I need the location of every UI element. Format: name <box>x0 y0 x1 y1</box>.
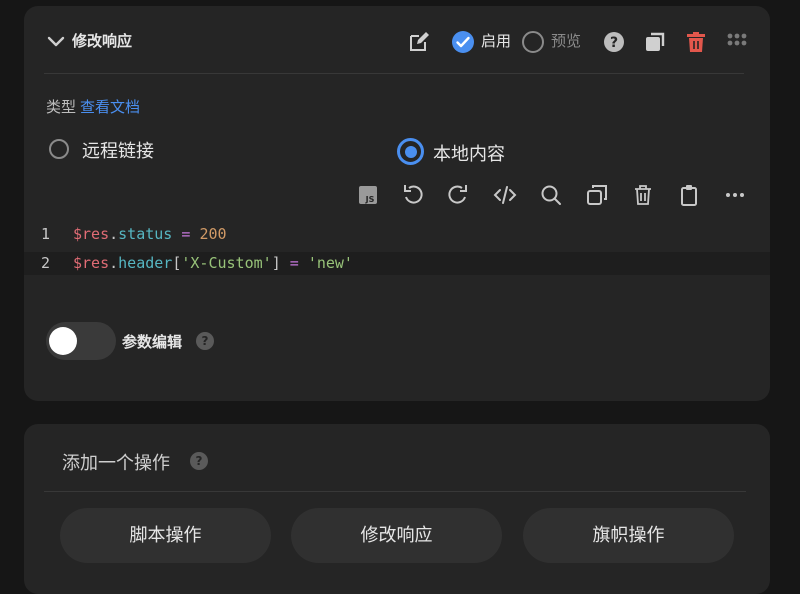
type-label: 类型 <box>46 98 77 116</box>
code-token: header <box>118 254 173 272</box>
code-text: $res.status = 200 <box>73 223 227 246</box>
rule-title: 修改响应 <box>72 32 133 50</box>
code-icon[interactable] <box>493 183 517 207</box>
drag-grid-icon[interactable] <box>725 30 749 54</box>
local-content-radio[interactable] <box>397 138 424 165</box>
type-row: 类型 查看文档 <box>46 96 140 117</box>
clear-icon[interactable] <box>631 183 655 207</box>
svg-text:?: ? <box>610 35 618 51</box>
preview-label: 预览 <box>551 32 582 50</box>
code-token: . <box>109 225 119 243</box>
redo-icon[interactable] <box>446 183 470 207</box>
add-action-title: 添加一个操作 <box>62 453 170 474</box>
add-action-card: 添加一个操作 ? 脚本操作 修改响应 旗帜操作 <box>24 424 770 594</box>
code-token: $res <box>73 254 110 272</box>
remote-link-label: 远程链接 <box>82 141 154 162</box>
code-line[interactable]: 1 $res.status = 200 <box>24 223 770 246</box>
help-icon[interactable]: ? <box>602 30 626 54</box>
param-edit-label: 参数编辑 <box>122 333 183 351</box>
code-token: . <box>109 254 119 272</box>
search-icon[interactable] <box>539 183 563 207</box>
radio-dot <box>404 145 417 158</box>
line-number: 2 <box>40 254 50 272</box>
code-token: = <box>172 225 200 243</box>
code-text: $res.header['X-Custom'] = 'new' <box>73 252 353 275</box>
local-content-label: 本地内容 <box>433 144 505 165</box>
param-edit-toggle[interactable] <box>46 322 116 360</box>
code-token: 200 <box>199 225 227 243</box>
code-token: = <box>280 254 308 272</box>
svg-text:JS: JS <box>365 195 375 204</box>
remote-link-radio[interactable] <box>49 139 69 159</box>
flag-action-button[interactable]: 旗帜操作 <box>523 508 734 563</box>
js-icon[interactable]: JS <box>356 183 380 207</box>
modify-response-button[interactable]: 修改响应 <box>291 508 502 563</box>
code-token: 'new' <box>307 254 353 272</box>
preview-radio[interactable] <box>521 30 545 54</box>
chevron-down-icon[interactable] <box>44 29 68 53</box>
help-icon[interactable]: ? <box>196 332 214 350</box>
header-divider <box>44 73 744 74</box>
code-line-active[interactable]: 2 $res.header['X-Custom'] = 'new' <box>24 252 770 275</box>
rule-card: 修改响应 启用 预览 ? 类型 查看文档 远程链接 本地内容 JS 1 $res… <box>24 6 770 401</box>
copy-icon[interactable] <box>585 183 609 207</box>
docs-link[interactable]: 查看文档 <box>80 98 140 116</box>
edit-icon[interactable] <box>407 30 431 54</box>
line-number: 1 <box>40 225 50 243</box>
undo-icon[interactable] <box>401 183 425 207</box>
script-action-button[interactable]: 脚本操作 <box>60 508 271 563</box>
rule-card-header: 修改响应 启用 预览 ? <box>24 6 770 76</box>
help-icon[interactable]: ? <box>190 452 208 470</box>
code-token: status <box>118 225 173 243</box>
code-token: ] <box>271 254 281 272</box>
more-icon[interactable] <box>723 183 747 207</box>
code-token: $res <box>73 225 110 243</box>
add-divider <box>44 491 746 492</box>
enable-label: 启用 <box>481 32 512 50</box>
toggle-knob <box>49 327 77 355</box>
enable-checkbox[interactable] <box>451 30 475 54</box>
trash-icon[interactable] <box>684 30 708 54</box>
clipboard-icon[interactable] <box>677 183 701 207</box>
code-token: 'X-Custom' <box>181 254 272 272</box>
duplicate-icon[interactable] <box>643 30 667 54</box>
